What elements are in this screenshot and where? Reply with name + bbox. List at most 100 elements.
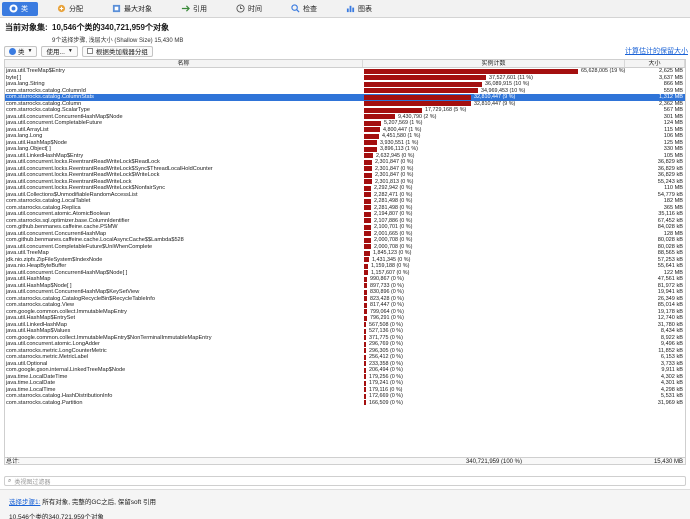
tab-references[interactable]: 引用 — [174, 2, 217, 16]
count-bar — [364, 153, 373, 159]
count-bar — [364, 270, 368, 276]
count-bar — [364, 257, 369, 263]
calculate-retained-size-link[interactable]: 计算估计的保留大小 — [625, 46, 688, 56]
count-bar — [364, 179, 372, 185]
row-count-label: 166,509 (0 %) — [369, 399, 403, 406]
count-bar — [364, 348, 366, 354]
count-bar — [364, 75, 486, 81]
inspect-icon — [290, 4, 300, 14]
use-dropdown-label: 使用... — [46, 49, 65, 56]
count-bar — [364, 380, 366, 386]
class-table: 名称 实例计数 大小 java.util.TreeMap$Entry 65,628… — [4, 59, 686, 465]
total-count: 340,721,959 (100 %) — [465, 459, 523, 465]
class-dropdown-label: 类 — [18, 49, 25, 56]
group-by-classloader-label: 根据类加载器分组 — [95, 49, 148, 56]
current-set-label: 当前对象集: — [5, 23, 48, 32]
class-filter-placeholder: 类视图过滤器 — [14, 479, 51, 486]
count-bar — [364, 237, 371, 243]
count-bar — [364, 140, 377, 146]
tab-classes[interactable]: 类 — [2, 1, 38, 16]
count-bar — [364, 276, 367, 282]
count-bar — [364, 133, 379, 139]
count-bar — [364, 159, 372, 165]
count-bar — [364, 296, 367, 302]
count-bar — [364, 211, 371, 217]
group-by-classloader-button[interactable]: 根据类加载器分组 — [81, 45, 153, 57]
col-count-header[interactable]: 实例计数 — [363, 60, 625, 67]
chevron-down-icon: ▼ — [67, 48, 73, 54]
count-bar — [364, 88, 478, 94]
class-icon — [8, 4, 18, 14]
count-bar — [364, 185, 371, 191]
row-class-name: com.starrocks.catalog.Partition — [6, 399, 83, 406]
tab-label: 最大对象 — [124, 5, 152, 13]
view-tabbar: 类 分配 最大对象 引用 时间 检查 图表 — [0, 0, 690, 18]
allocation-icon — [56, 4, 66, 14]
count-bar — [364, 289, 367, 295]
count-bar — [364, 146, 377, 152]
current-set-subline: 9个选择步骤, 浅层大小 (Shallow Size) 15,430 MB — [52, 38, 184, 44]
count-bar — [364, 244, 371, 250]
count-bar — [364, 94, 471, 100]
count-bar — [364, 393, 366, 399]
tab-inspect[interactable]: 检查 — [284, 2, 327, 16]
count-bar — [364, 68, 578, 74]
count-bar — [364, 315, 367, 321]
count-bar — [364, 335, 366, 341]
current-set-summary: 10,546个类的340,721,959个对象 — [52, 23, 169, 32]
count-bar — [364, 302, 367, 308]
count-bar — [364, 387, 366, 393]
count-bar — [364, 101, 471, 107]
tab-allocation[interactable]: 分配 — [50, 2, 93, 16]
count-bar — [364, 218, 371, 224]
total-row: 总计: 340,721,959 (100 %) 15,430 MB — [5, 457, 685, 465]
tab-time[interactable]: 时间 — [229, 2, 272, 16]
object-set-header: 当前对象集: 10,546个类的340,721,959个对象 9个选择步骤, 浅… — [5, 22, 685, 44]
count-bar — [364, 231, 371, 237]
count-bar — [364, 367, 366, 373]
search-icon: ⌕ — [8, 477, 12, 484]
selection-step-text: 所有对象, 完整的GC之后, 保留soft 引用 — [42, 499, 156, 506]
count-bar — [364, 198, 371, 204]
count-bar — [364, 205, 371, 211]
count-bar — [364, 114, 395, 120]
tab-biggest-objects[interactable]: 最大对象 — [105, 2, 162, 16]
count-bar — [364, 166, 372, 172]
chevron-down-icon: ▼ — [27, 48, 33, 54]
references-icon — [180, 4, 190, 14]
tab-label: 图表 — [358, 5, 372, 13]
tab-label: 引用 — [193, 5, 207, 13]
count-bar — [364, 341, 366, 347]
tab-chart[interactable]: 图表 — [339, 2, 382, 16]
count-bar — [364, 263, 368, 269]
count-bar — [364, 81, 482, 87]
selection-step-link[interactable]: 选择步骤1: — [9, 499, 40, 506]
col-name-header[interactable]: 名称 — [5, 60, 363, 67]
col-size-header[interactable]: 大小 — [625, 60, 685, 67]
class-filter-input[interactable]: ⌕ 类视图过滤器 — [4, 476, 686, 486]
count-bar — [364, 361, 366, 367]
count-bar — [364, 192, 371, 198]
total-label: 总计: — [6, 459, 20, 465]
biggest-objects-icon — [111, 4, 121, 14]
total-size: 15,430 MB — [653, 459, 683, 465]
count-bar — [364, 107, 422, 113]
count-bar — [364, 172, 372, 178]
time-icon — [235, 4, 245, 14]
count-bar — [364, 283, 367, 289]
tab-label: 分配 — [69, 5, 83, 13]
class-toolbar: 类 ▼ 使用... ▼ 根据类加载器分组 计算估计的保留大小 — [4, 45, 688, 57]
count-bar — [364, 328, 366, 334]
table-body: java.util.TreeMap$Entry 65,628,005 (19 %)… — [5, 68, 685, 457]
count-bar — [364, 400, 366, 406]
table-row[interactable]: com.starrocks.catalog.Partition 166,509 (… — [5, 400, 685, 407]
use-dropdown-button[interactable]: 使用... ▼ — [41, 45, 78, 57]
tab-label: 时间 — [248, 5, 262, 13]
tab-label: 类 — [21, 5, 28, 13]
count-bar — [364, 224, 371, 230]
class-dropdown-button[interactable]: 类 ▼ — [4, 45, 38, 57]
table-header: 名称 实例计数 大小 — [5, 60, 685, 68]
tab-label: 检查 — [303, 5, 317, 13]
count-bar — [364, 374, 366, 380]
class-icon — [9, 47, 16, 55]
